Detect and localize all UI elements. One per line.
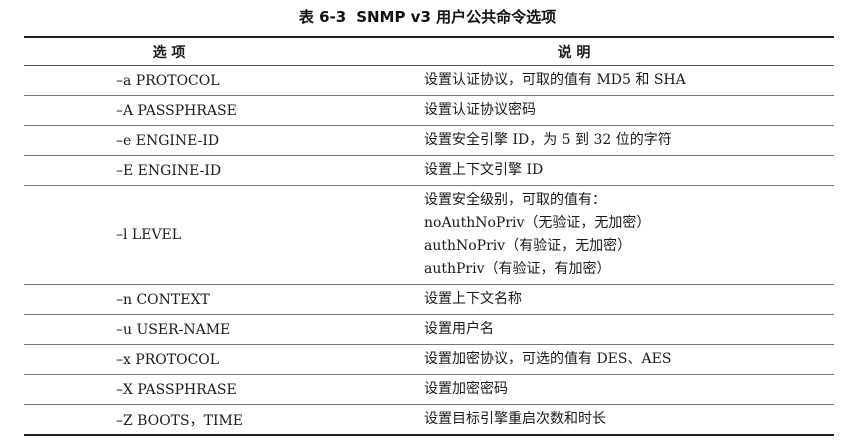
- table-row: –e ENGINE-ID 设置安全引擎 ID，为 5 到 32 位的字符: [24, 126, 834, 156]
- table-row: –E ENGINE-ID 设置上下文引擎 ID: [24, 156, 834, 186]
- description-line: 设置目标引擎重启次数和时长: [424, 411, 606, 427]
- option-cell: –e ENGINE-ID: [116, 132, 220, 149]
- table-row: –u USER-NAME 设置用户名: [24, 315, 834, 345]
- option-cell: –u USER-NAME: [116, 321, 231, 338]
- table-row: –Z BOOTS，TIME 设置目标引擎重启次数和时长: [24, 405, 834, 436]
- description-line: 设置加密密码: [424, 381, 508, 397]
- description-line: 设置认证协议密码: [424, 102, 536, 118]
- header-description: 说 明: [557, 44, 591, 61]
- description-cell: 设置目标引擎重启次数和时长: [314, 405, 834, 436]
- description-line: 设置上下文引擎 ID: [424, 162, 544, 178]
- option-cell: –E ENGINE-ID: [116, 162, 222, 179]
- table-number: 表 6-3: [298, 8, 347, 26]
- table-row: –X PASSPHRASE 设置加密密码: [24, 375, 834, 405]
- description-line: noAuthNoPriv（无验证，无加密）: [424, 215, 651, 231]
- table-row: –l LEVEL 设置安全级别，可取的值有： noAuthNoPriv（无验证，无加…: [24, 186, 834, 285]
- option-cell: –Z BOOTS，TIME: [116, 412, 244, 429]
- table-row: –n CONTEXT 设置上下文名称: [24, 285, 834, 315]
- description-cell: 设置加密协议，可选的值有 DES、AES: [314, 345, 834, 375]
- description-cell: 设置上下文引擎 ID: [314, 156, 834, 186]
- description-line: authNoPriv（有验证，无加密）: [424, 238, 632, 254]
- option-cell: –X PASSPHRASE: [116, 381, 237, 398]
- table-row: –x PROTOCOL 设置加密协议，可选的值有 DES、AES: [24, 345, 834, 375]
- description-cell: 设置加密密码: [314, 375, 834, 405]
- header-option: 选 项: [152, 44, 186, 61]
- description-line: authPriv（有验证，有加密）: [424, 261, 611, 277]
- description-line: 设置安全级别，可取的值有：: [424, 192, 606, 208]
- description-cell: 设置认证协议，可取的值有 MD5 和 SHA: [314, 66, 834, 96]
- option-cell: –x PROTOCOL: [116, 351, 220, 368]
- table-row: –A PASSPHRASE 设置认证协议密码: [24, 96, 834, 126]
- table-row: –a PROTOCOL 设置认证协议，可取的值有 MD5 和 SHA: [24, 66, 834, 96]
- option-cell: –n CONTEXT: [116, 291, 210, 308]
- table-title: SNMP v3 用户公共命令选项: [356, 8, 557, 26]
- description-line: 设置加密协议，可选的值有 DES、AES: [424, 351, 672, 367]
- snmp-options-table: 选 项 说 明 –a PROTOCOL 设置认证协议，可取的值有 MD5 和 SH…: [24, 36, 834, 436]
- description-cell: 设置安全级别，可取的值有： noAuthNoPriv（无验证，无加密） authNo…: [314, 186, 834, 285]
- description-line: 设置安全引擎 ID，为 5 到 32 位的字符: [424, 132, 672, 148]
- table-body: –a PROTOCOL 设置认证协议，可取的值有 MD5 和 SHA –A PASS…: [24, 66, 834, 436]
- description-cell: 设置用户名: [314, 315, 834, 345]
- option-cell: –A PASSPHRASE: [116, 102, 237, 119]
- table-caption: 表 6-3 SNMP v3 用户公共命令选项: [0, 6, 855, 28]
- description-line: 设置认证协议，可取的值有 MD5 和 SHA: [424, 72, 686, 88]
- option-cell: –a PROTOCOL: [116, 72, 220, 89]
- description-line: 设置上下文名称: [424, 291, 522, 307]
- option-cell: –l LEVEL: [116, 227, 182, 243]
- table-header-row: 选 项 说 明: [24, 37, 834, 66]
- description-line: 设置用户名: [424, 321, 494, 337]
- description-cell: 设置安全引擎 ID，为 5 到 32 位的字符: [314, 126, 834, 156]
- description-cell: 设置上下文名称: [314, 285, 834, 315]
- description-cell: 设置认证协议密码: [314, 96, 834, 126]
